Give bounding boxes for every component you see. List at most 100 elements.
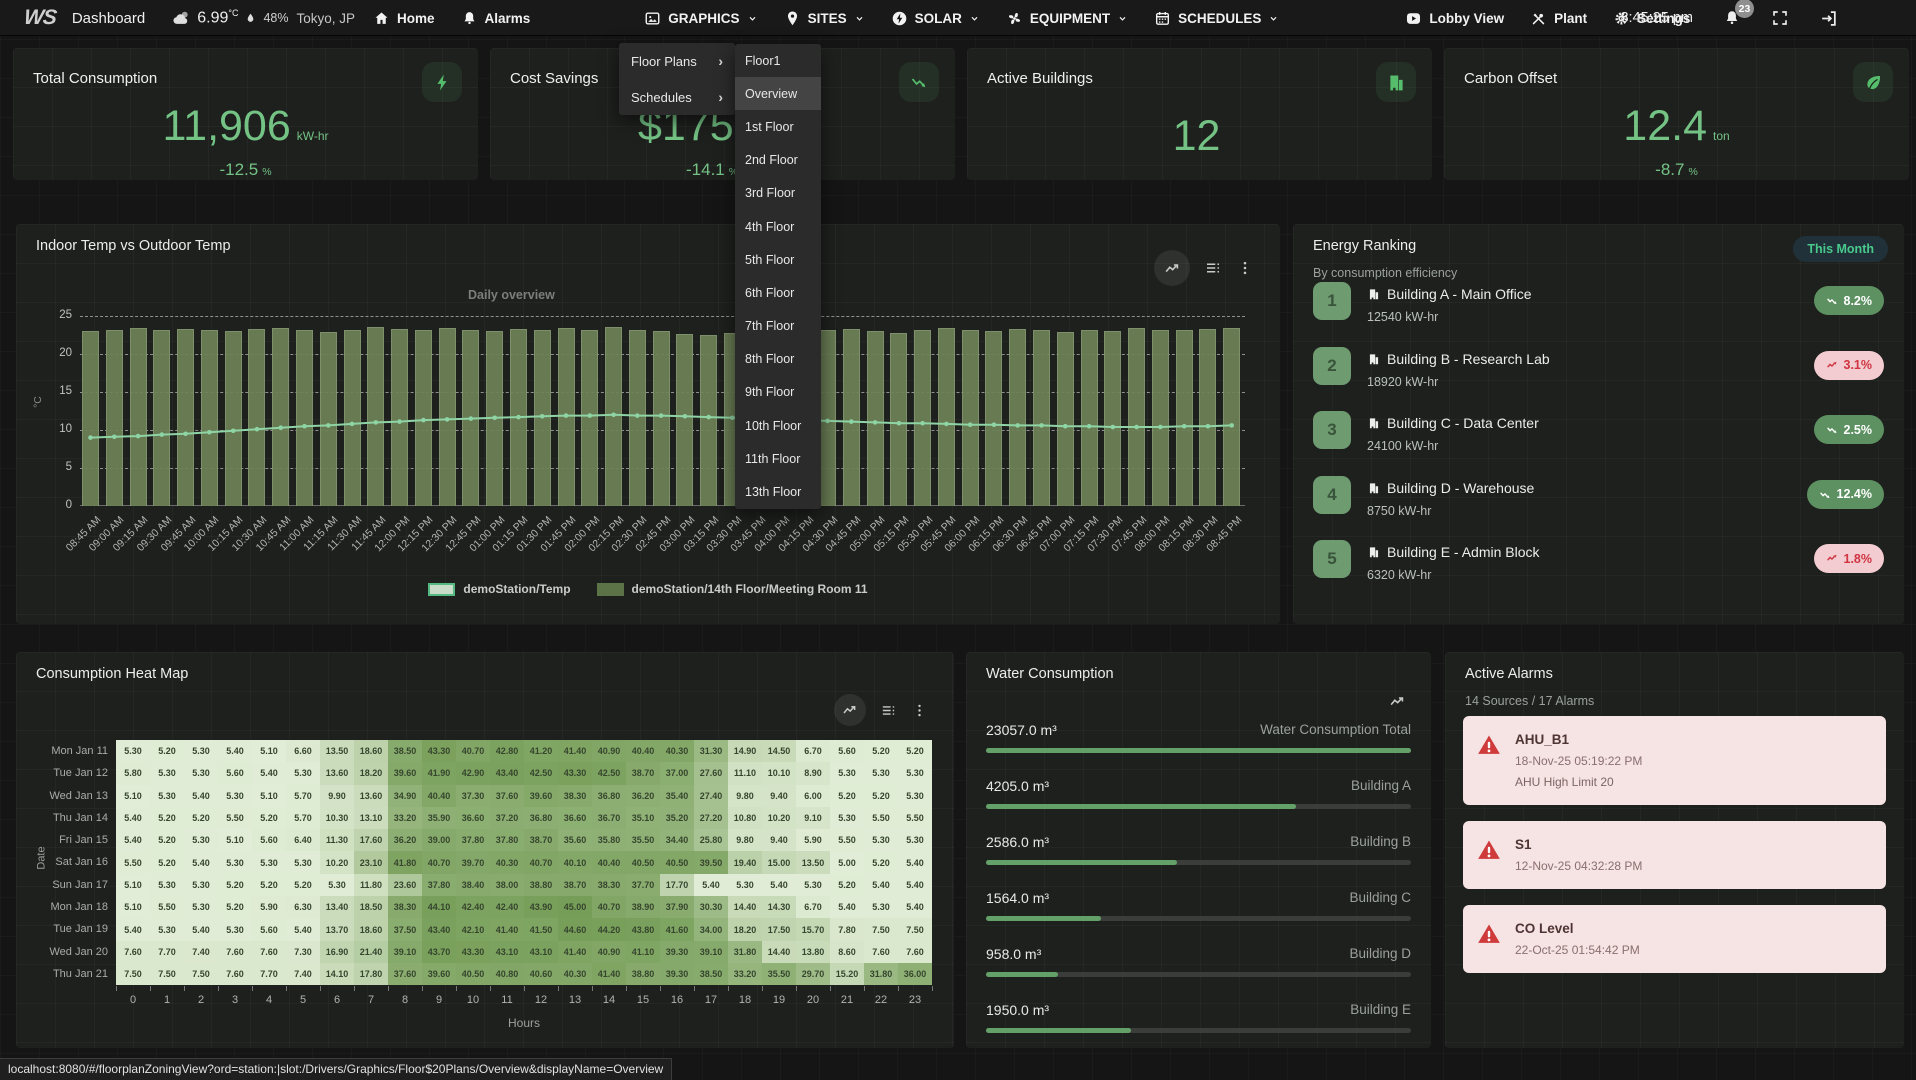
weather-cloud-icon: [171, 8, 191, 28]
heatmap-cell: 5.30: [286, 851, 320, 873]
legend-entry[interactable]: demoStation/Temp: [428, 582, 570, 596]
heatmap-cell: 5.50: [150, 896, 184, 918]
heatmap-cell: 7.60: [864, 941, 898, 963]
heatmap-cell: 14.10: [320, 963, 354, 985]
submenu-item-2nd-floor[interactable]: 2nd Floor: [735, 144, 821, 177]
heatmap-cell: 14.30: [762, 896, 796, 918]
heatmap-cell: 40.70: [422, 851, 456, 873]
heatmap-cell: 33.20: [728, 963, 762, 985]
submenu-item-3rd-floor[interactable]: 3rd Floor: [735, 177, 821, 210]
submenu-item-overview[interactable]: Overview: [735, 77, 821, 110]
leaf-icon: [1853, 62, 1893, 102]
heatmap-cell: 7.50: [898, 918, 932, 940]
nav-item-plant[interactable]: Plant: [1530, 10, 1587, 27]
x-tick-label: 08:45 AM: [63, 514, 103, 554]
heatmap-cell: 5.20: [830, 785, 864, 807]
chart-kebab-menu[interactable]: [1236, 259, 1254, 277]
heatmap-toolbar: [834, 694, 928, 726]
alarm-card-ahu_b1[interactable]: AHU_B118-Nov-25 05:19:22 PMAHU High Limi…: [1463, 716, 1886, 805]
x-tick-label: 08:30 PM: [1180, 514, 1220, 554]
heatmap-cell: 13.80: [796, 941, 830, 963]
heatmap-cell: 5.50: [830, 829, 864, 851]
chart-data-button[interactable]: [1204, 259, 1222, 277]
heatmap-cell: 15.00: [762, 851, 796, 873]
ranking-item[interactable]: 3Building C - Data Center24100 kW-hr2.5%: [1313, 411, 1884, 469]
heatmap-cell: 5.40: [864, 874, 898, 896]
heatmap-cell: 31.80: [864, 963, 898, 985]
submenu-item-4th-floor[interactable]: 4th Floor: [735, 210, 821, 243]
humidity-icon: [244, 12, 257, 25]
heatmap-cell: 44.10: [422, 896, 456, 918]
heatmap-cell: 5.30: [898, 829, 932, 851]
heatmap-data-button[interactable]: [880, 702, 897, 719]
logout-button[interactable]: [1819, 9, 1838, 28]
menu-item-label: Schedules: [631, 90, 692, 105]
heatmap-cell: 38.50: [694, 963, 728, 985]
submenu-item-8th-floor[interactable]: 8th Floor: [735, 343, 821, 376]
submenu-item-10th-floor[interactable]: 10th Floor: [735, 409, 821, 442]
ranking-item[interactable]: 1Building A - Main Office12540 kW-hr8.2%: [1313, 282, 1884, 340]
building-icon: [1367, 416, 1381, 430]
ws-logo[interactable]: WS: [23, 6, 57, 30]
nav-item-solar[interactable]: SOLAR: [891, 10, 980, 27]
water-label: Building C: [1349, 890, 1411, 905]
kpi-value: 12: [967, 112, 1432, 161]
heatmap-cell: 6.60: [286, 740, 320, 762]
graphics-dropdown-menu: Floor Plans›Schedules›: [619, 43, 735, 115]
kpi-title: Carbon Offset: [1464, 70, 1557, 87]
heatmap-cell: 37.00: [660, 762, 694, 784]
ranking-item[interactable]: 5Building E - Admin Block6320 kW-hr1.8%: [1313, 540, 1884, 598]
legend-entry[interactable]: demoStation/14th Floor/Meeting Room 11: [597, 582, 868, 596]
menu-item-schedules[interactable]: Schedules›: [619, 79, 735, 115]
notifications-button[interactable]: 23: [1723, 9, 1741, 27]
heatmap-cell: 38.70: [626, 762, 660, 784]
submenu-item-7th-floor[interactable]: 7th Floor: [735, 310, 821, 343]
submenu-item-6th-floor[interactable]: 6th Floor: [735, 276, 821, 309]
fullscreen-button[interactable]: [1771, 9, 1789, 27]
kpi-delta: -8.7%: [1444, 160, 1909, 180]
nav-item-lobby-view[interactable]: Lobby View: [1405, 10, 1504, 27]
heatmap-hour-label: 13: [558, 994, 592, 1006]
menu-item-floor-plans[interactable]: Floor Plans›: [619, 43, 735, 79]
heatmap-cell: 35.40: [660, 785, 694, 807]
nav-item-alarms[interactable]: Alarms: [461, 10, 531, 27]
heatmap-type-button[interactable]: [834, 694, 866, 726]
ranking-period-badge[interactable]: This Month: [1793, 236, 1888, 262]
nav-item-home[interactable]: Home: [373, 10, 435, 27]
heatmap-day-label: Mon Jan 11: [16, 740, 108, 762]
water-row-building-b: 2586.0 m³Building B: [986, 830, 1411, 886]
heatmap-kebab-menu[interactable]: [911, 702, 928, 719]
submenu-item-9th-floor[interactable]: 9th Floor: [735, 376, 821, 409]
nav-item-sites[interactable]: SITES: [784, 10, 865, 27]
heatmap-cell: 36.20: [388, 829, 422, 851]
x-tick-label: 02:00 PM: [562, 514, 602, 554]
building-name: Building C - Data Center: [1367, 415, 1539, 431]
heatmap-cell: 5.50: [898, 807, 932, 829]
heatmap-cell: 37.70: [626, 874, 660, 896]
heatmap-cell: 41.50: [524, 918, 558, 940]
heatmap-cell: 35.90: [422, 807, 456, 829]
alarm-card-s1[interactable]: S112-Nov-25 04:32:28 PM: [1463, 821, 1886, 889]
ranking-item[interactable]: 4Building D - Warehouse8750 kW-hr12.4%: [1313, 476, 1884, 534]
chart-type-button[interactable]: [1154, 250, 1190, 286]
submenu-item-11th-floor[interactable]: 11th Floor: [735, 442, 821, 475]
heatmap-cell: 38.00: [490, 874, 524, 896]
submenu-item-13th-floor[interactable]: 13th Floor: [735, 475, 821, 508]
nav-item-schedules[interactable]: SCHEDULES: [1154, 10, 1279, 27]
heatmap-cell: 35.20: [660, 807, 694, 829]
ranking-item[interactable]: 2Building B - Research Lab18920 kW-hr3.1…: [1313, 347, 1884, 405]
nav-item-equipment[interactable]: EQUIPMENT: [1006, 10, 1128, 27]
water-chart-button[interactable]: [1388, 692, 1407, 711]
alarm-card-co-level[interactable]: CO Level22-Oct-25 01:54:42 PM: [1463, 905, 1886, 973]
water-value: 2586.0 m³: [986, 834, 1049, 850]
trend-down-icon: [1826, 294, 1839, 307]
heatmap-day-label: Tue Jan 12: [16, 762, 108, 784]
water-row-water-consumption-total: 23057.0 m³Water Consumption Total: [986, 718, 1411, 774]
submenu-item-1st-floor[interactable]: 1st Floor: [735, 110, 821, 143]
submenu-item-floor1[interactable]: Floor1: [735, 44, 821, 77]
nav-item-graphics[interactable]: GRAPHICS: [644, 10, 757, 27]
heatmap-day-label: Wed Jan 20: [16, 941, 108, 963]
heatmap-cell: 5.30: [218, 918, 252, 940]
submenu-item-5th-floor[interactable]: 5th Floor: [735, 243, 821, 276]
heatmap-cell: 5.40: [184, 918, 218, 940]
